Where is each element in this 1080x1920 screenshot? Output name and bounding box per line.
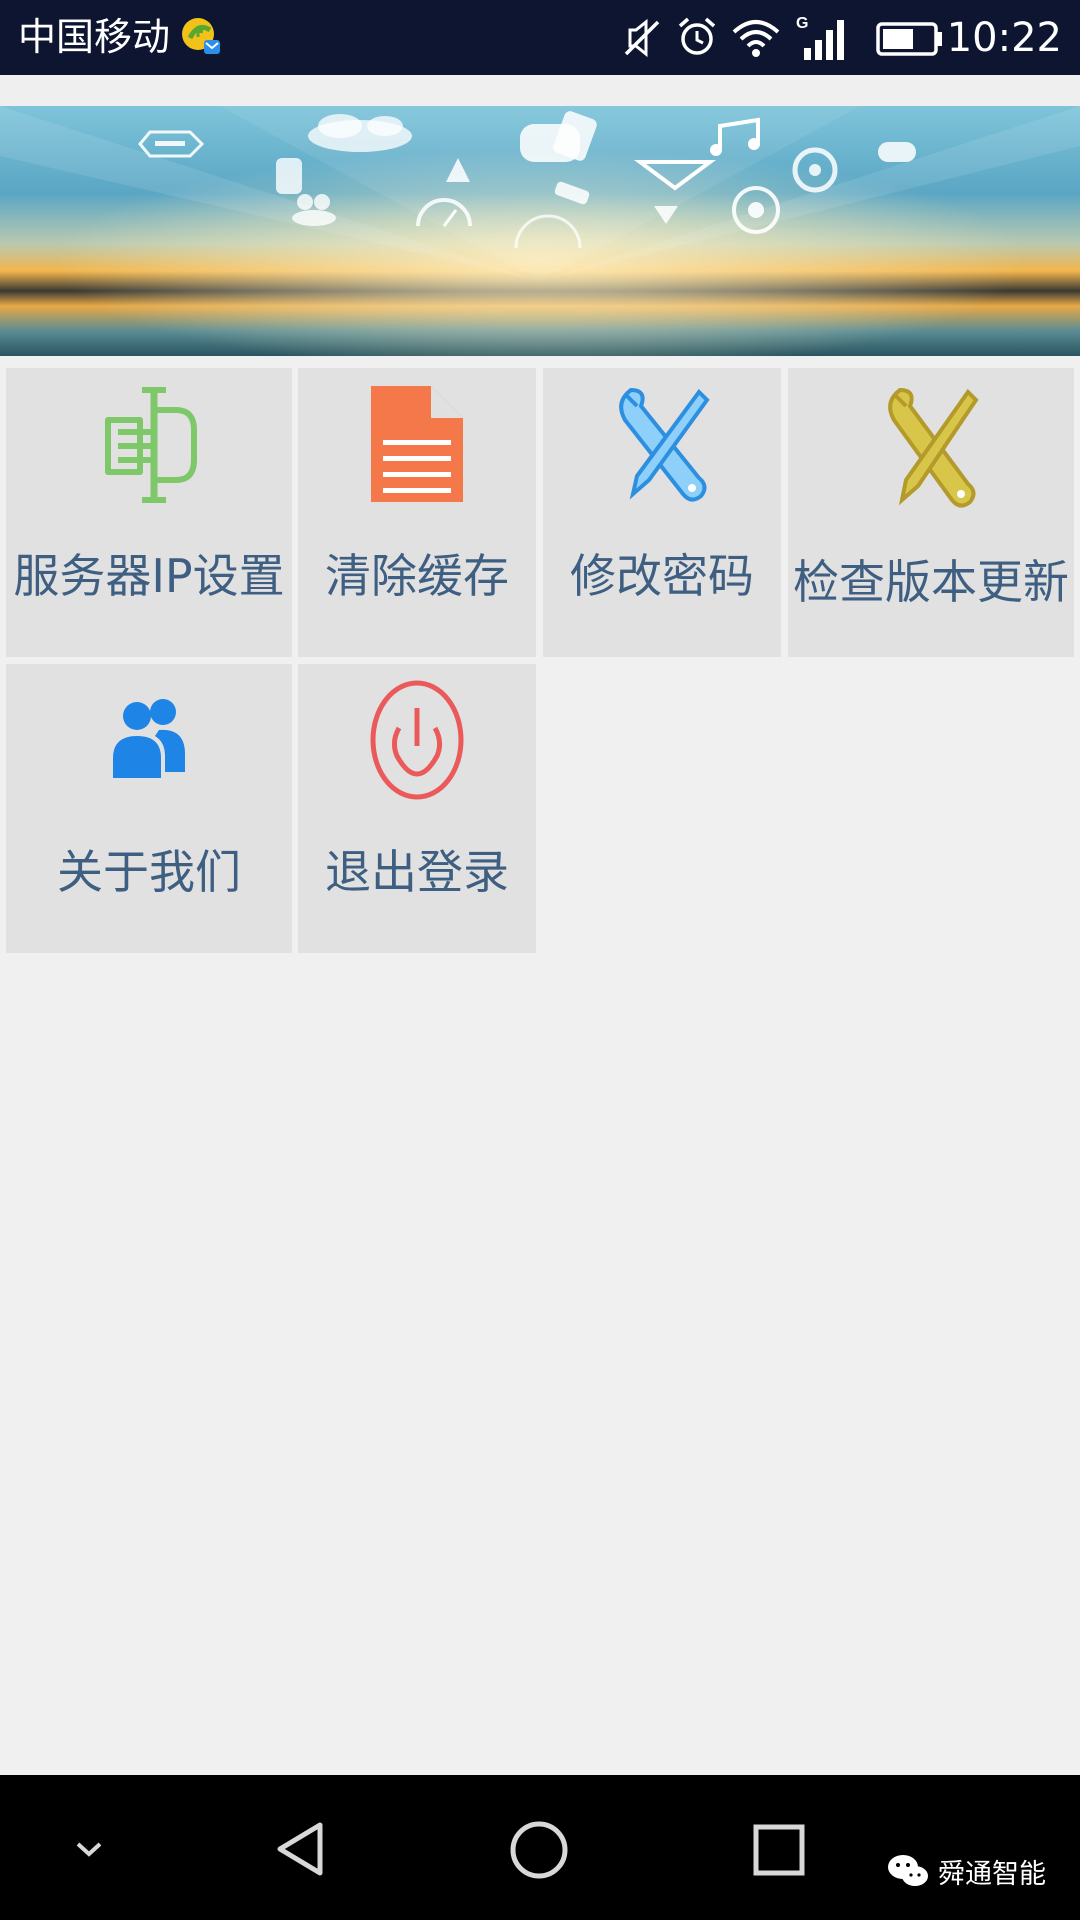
- people-icon: [113, 699, 185, 778]
- tile-label: 关于我们: [57, 845, 241, 899]
- tile-check-update[interactable]: 检查版本更新: [788, 368, 1074, 657]
- tools-icon: [619, 387, 710, 502]
- server-ip-icon: [105, 387, 197, 503]
- tile-label: 清除缓存: [325, 549, 509, 603]
- mouse-icon: [878, 142, 916, 162]
- network-type: G: [796, 15, 808, 32]
- home-icon[interactable]: [508, 1819, 570, 1881]
- battery-icon: [876, 22, 942, 56]
- back-icon[interactable]: [272, 1819, 328, 1879]
- tools-icon: [888, 387, 979, 508]
- signal-icon: G: [796, 15, 844, 60]
- wechat-icon: [888, 1855, 928, 1886]
- wifi-icon: [732, 20, 780, 57]
- recents-icon[interactable]: [752, 1823, 806, 1877]
- tile-clear-cache[interactable]: 清除缓存: [298, 368, 536, 657]
- carrier-name: 中国移动: [18, 15, 171, 59]
- document-icon: [371, 386, 463, 502]
- tile-label: 修改密码: [570, 549, 754, 603]
- tile-label: 服务器IP设置: [13, 549, 285, 603]
- alarm-icon: [678, 17, 716, 55]
- tile-change-password[interactable]: 修改密码: [543, 368, 781, 657]
- clock: 10:22: [946, 15, 1062, 61]
- banner-image: [0, 106, 1080, 356]
- hide-icon[interactable]: [72, 1838, 106, 1860]
- tile-server-ip-settings[interactable]: 服务器IP设置: [6, 368, 292, 657]
- watermark-text: 舜通智能: [938, 1858, 1046, 1890]
- navigation-bar: [0, 1775, 1080, 1920]
- watermark: 舜通智能: [886, 1849, 1046, 1893]
- tile-logout[interactable]: 退出登录: [298, 664, 536, 953]
- traffic-light-icon: [276, 158, 302, 194]
- tile-label: 退出登录: [325, 845, 509, 899]
- status-bar: 中国移动 G 10:22: [0, 0, 1080, 75]
- tile-about-us[interactable]: 关于我们: [6, 664, 292, 953]
- carrier-badge-icon: [182, 18, 220, 54]
- tile-label: 检查版本更新: [793, 555, 1069, 609]
- settings-screen: 中国移动 G 10:22 服务器IP设置 清除缓存 修改密码 检查版本更新 关于…: [0, 0, 1080, 1920]
- top-strip: [0, 75, 1080, 106]
- mute-icon: [624, 18, 660, 58]
- power-icon: [370, 680, 464, 800]
